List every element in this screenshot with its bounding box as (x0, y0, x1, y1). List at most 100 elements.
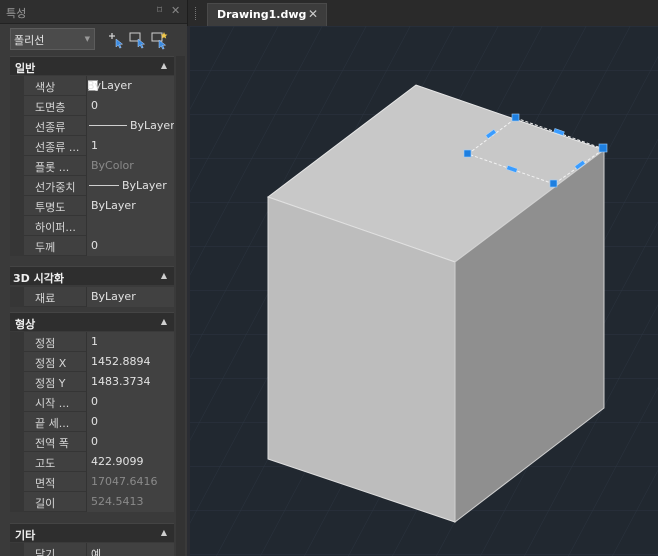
select-objects-icon[interactable] (128, 30, 148, 50)
properties-panel: 특성 ⌑ ✕ 폴리선 ▼ 일반 ▲ 색상 ByLayer 도면층 0 선종류 B… (0, 0, 187, 556)
property-row-elevation[interactable]: 고도 422.9099 (10, 452, 174, 472)
vertex-grip[interactable] (463, 149, 472, 158)
panel-title-bar: 특성 ⌑ ✕ (0, 0, 187, 24)
property-row-transparency[interactable]: 투명도 ByLayer (10, 196, 174, 216)
property-row-vertex-x[interactable]: 정점 X 1452.8894 (10, 352, 174, 372)
lineweight-preview (89, 185, 119, 186)
pin-icon[interactable]: ⌑ (157, 5, 162, 16)
property-value-cell[interactable]: 0 (86, 236, 174, 256)
drawing-viewport[interactable] (190, 26, 658, 556)
vertex-grip[interactable] (511, 113, 520, 122)
property-row-thickness[interactable]: 두께 0 (10, 236, 174, 256)
property-value-cell[interactable]: ByLayer (86, 76, 174, 96)
tab-label: Drawing1.dwg (217, 8, 307, 21)
property-name: 정점 Y (35, 377, 66, 390)
property-name: 길이 (35, 497, 56, 510)
property-value: 예 (91, 548, 102, 556)
property-value-cell[interactable]: 0 (86, 412, 174, 432)
property-value: ByLayer (130, 119, 174, 132)
panel-title: 특성 (6, 7, 27, 20)
property-row-closed[interactable]: 닫기 예 (10, 543, 174, 556)
property-value-cell[interactable]: 0 (86, 392, 174, 412)
property-name: 도면층 (35, 101, 66, 114)
add-to-selection-icon[interactable] (106, 30, 126, 50)
property-value-cell[interactable]: 1483.3734 (86, 372, 174, 392)
property-value-cell[interactable]: ByLayer (86, 116, 174, 136)
property-value-cell[interactable]: 1 (86, 332, 174, 352)
property-value-cell[interactable]: ByLayer (86, 196, 174, 216)
property-value: 1 (91, 139, 98, 152)
property-value: ByLayer (87, 79, 132, 92)
document-tab-strip: Drawing1.dwg ✕ (187, 0, 658, 26)
property-value-cell[interactable]: 1452.8894 (86, 352, 174, 372)
property-value: ByLayer (122, 179, 167, 192)
section-3d-visualization[interactable]: 3D 시각화 ▲ (10, 266, 174, 285)
property-row-start-width[interactable]: 시작 ... 0 (10, 392, 174, 412)
property-name: 선가중치 (35, 181, 76, 194)
property-row-color[interactable]: 색상 ByLayer (10, 76, 174, 96)
property-value-cell[interactable] (86, 216, 174, 236)
property-value-cell[interactable]: ByLayer (86, 176, 174, 196)
property-value-cell[interactable]: 예 (86, 543, 174, 556)
property-name: 전역 폭 (35, 437, 69, 450)
section-general[interactable]: 일반 ▲ (10, 56, 174, 75)
section-geometry[interactable]: 형상 ▲ (10, 312, 174, 331)
property-value-cell[interactable]: 0 (86, 96, 174, 116)
property-value: 0 (91, 435, 98, 448)
linetype-preview (89, 125, 127, 126)
collapse-icon[interactable]: ▲ (161, 528, 167, 537)
close-icon[interactable]: ✕ (308, 7, 318, 21)
vertex-grip[interactable] (549, 179, 558, 188)
property-row-linetype-scale[interactable]: 선종류 ... 1 (10, 136, 174, 156)
collapse-icon[interactable]: ▲ (161, 317, 167, 326)
property-value-cell[interactable]: 524.5413 (86, 492, 174, 512)
property-row-material[interactable]: 재료 ByLayer (10, 287, 174, 307)
object-type-value: 폴리선 (14, 34, 45, 47)
property-row-global-width[interactable]: 전역 폭 0 (10, 432, 174, 452)
collapse-icon[interactable]: ▲ (161, 271, 167, 280)
grip-icon[interactable] (195, 7, 197, 20)
property-row-lineweight[interactable]: 선가중치 ByLayer (10, 176, 174, 196)
collapse-icon[interactable]: ▲ (161, 61, 167, 70)
property-row-layer[interactable]: 도면층 0 (10, 96, 174, 116)
property-value: 1483.3734 (91, 375, 151, 388)
property-row-linetype[interactable]: 선종류 ByLayer (10, 116, 174, 136)
property-name: 선종류 (35, 121, 66, 134)
section-title: 3D 시각화 (13, 272, 64, 285)
property-name: 선종류 ... (35, 141, 80, 154)
property-row-hyperlink[interactable]: 하이퍼... (10, 216, 174, 236)
tab-drawing1[interactable]: Drawing1.dwg ✕ (207, 3, 327, 26)
property-name: 시작 ... (35, 397, 70, 410)
property-value-cell[interactable]: ByLayer (86, 287, 174, 307)
property-name: 면적 (35, 477, 56, 490)
close-icon[interactable]: ✕ (171, 4, 180, 17)
property-value: ByLayer (91, 199, 136, 212)
property-value-cell[interactable]: ByColor (86, 156, 174, 176)
property-name: 정점 X (35, 357, 67, 370)
property-value-cell[interactable]: 422.9099 (86, 452, 174, 472)
property-value: 0 (91, 239, 98, 252)
property-value-cell[interactable]: 0 (86, 432, 174, 452)
property-row-area[interactable]: 면적 17047.6416 (10, 472, 174, 492)
property-row-end-width[interactable]: 끝 세... 0 (10, 412, 174, 432)
property-row-vertex[interactable]: 정점 1 (10, 332, 174, 352)
property-value-cell[interactable]: 1 (86, 136, 174, 156)
property-row-vertex-y[interactable]: 정점 Y 1483.3734 (10, 372, 174, 392)
object-type-select[interactable]: 폴리선 ▼ (10, 28, 95, 50)
property-value: ByLayer (91, 290, 136, 303)
property-name: 투명도 (35, 201, 66, 214)
property-row-plot-style[interactable]: 플롯 ... ByColor (10, 156, 174, 176)
property-value-cell[interactable]: 17047.6416 (86, 472, 174, 492)
section-title: 일반 (15, 62, 36, 75)
panel-scrollbar[interactable] (176, 56, 185, 556)
property-value: 0 (91, 415, 98, 428)
section-misc[interactable]: 기타 ▲ (10, 523, 174, 542)
property-name: 두께 (35, 241, 56, 254)
vertex-grip[interactable] (598, 143, 608, 153)
quick-select-icon[interactable] (150, 30, 170, 50)
property-name: 재료 (35, 292, 56, 305)
property-name: 끝 세... (35, 417, 70, 430)
property-value: 422.9099 (91, 455, 144, 468)
model-space-canvas[interactable] (190, 26, 658, 556)
property-row-length[interactable]: 길이 524.5413 (10, 492, 174, 512)
